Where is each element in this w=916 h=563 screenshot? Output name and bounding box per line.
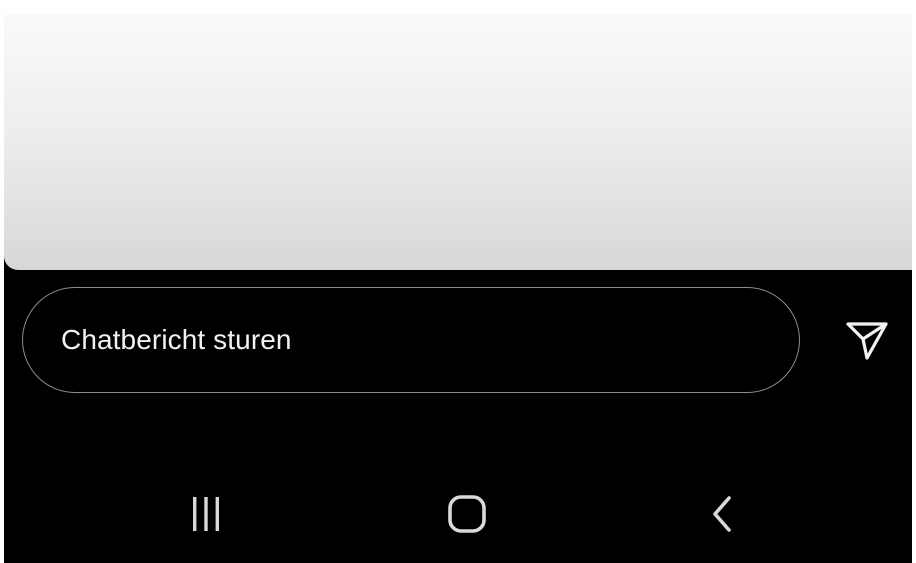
system-navigation-bar	[4, 478, 912, 554]
home-icon	[445, 492, 489, 541]
back-icon	[703, 494, 743, 539]
phone-screen: Chatbericht sturen	[4, 14, 912, 563]
home-button[interactable]	[432, 478, 502, 554]
send-icon	[843, 315, 891, 368]
chat-message-input[interactable]: Chatbericht sturen	[22, 287, 800, 393]
recents-button[interactable]	[171, 478, 241, 554]
back-button[interactable]	[688, 478, 758, 554]
recents-icon	[186, 494, 226, 539]
chat-input-placeholder: Chatbericht sturen	[61, 324, 292, 355]
send-button[interactable]	[842, 316, 892, 366]
chat-content-area	[4, 14, 912, 270]
